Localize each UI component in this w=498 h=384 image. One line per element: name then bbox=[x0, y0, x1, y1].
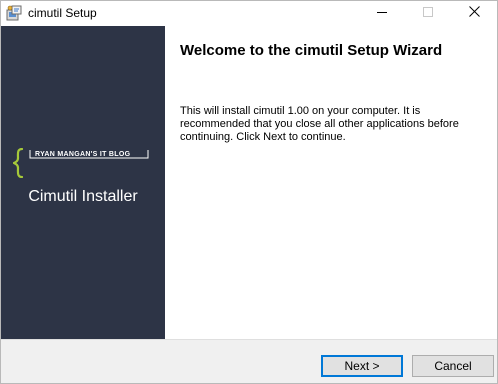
minimize-button[interactable] bbox=[359, 1, 405, 25]
wizard-sidebar: RYAN MANGAN'S IT BLOG Cimutil Installer bbox=[1, 26, 165, 339]
button-bar: Next > Cancel bbox=[1, 339, 497, 383]
window-title: cimutil Setup bbox=[28, 6, 97, 20]
minimize-icon bbox=[377, 4, 387, 22]
blog-logo-text: RYAN MANGAN'S IT BLOG bbox=[35, 151, 131, 158]
setup-installer-icon bbox=[6, 5, 22, 21]
cancel-button[interactable]: Cancel bbox=[412, 355, 494, 377]
installer-label: Cimutil Installer bbox=[28, 188, 138, 205]
page-title: Welcome to the cimutil Setup Wizard bbox=[180, 42, 443, 59]
setup-window: cimutil Setup RYAN MANGAN'S IT BLOG Cimu… bbox=[0, 0, 498, 384]
close-button[interactable] bbox=[451, 1, 497, 25]
wizard-content: Welcome to the cimutil Setup Wizard This… bbox=[165, 26, 497, 339]
blog-logo: RYAN MANGAN'S IT BLOG bbox=[13, 148, 153, 178]
maximize-icon bbox=[423, 4, 433, 22]
close-icon bbox=[468, 4, 480, 22]
title-bar[interactable]: cimutil Setup bbox=[1, 1, 497, 25]
next-button[interactable]: Next > bbox=[321, 355, 403, 377]
welcome-message: This will install cimutil 1.00 on your c… bbox=[180, 105, 459, 143]
maximize-button[interactable] bbox=[405, 1, 451, 25]
